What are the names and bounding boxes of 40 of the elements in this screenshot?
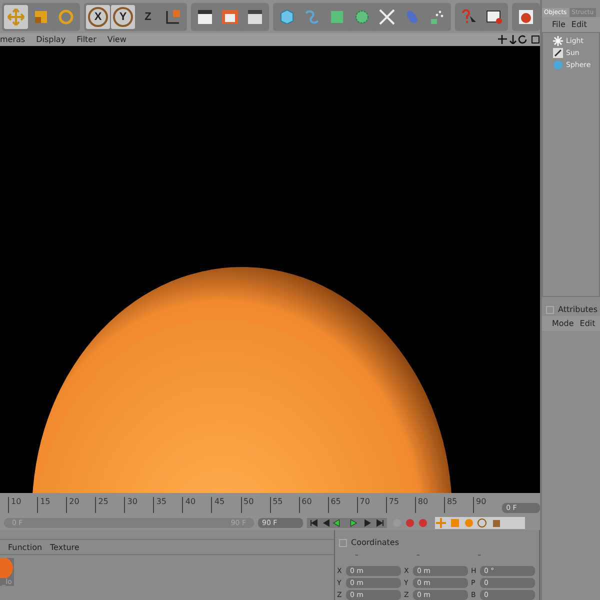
menu-item[interactable]: File xyxy=(552,20,566,29)
menu-item[interactable]: Edit xyxy=(571,20,587,29)
frame-tick-label: 50 xyxy=(240,497,270,513)
menu-item[interactable]: Display xyxy=(36,35,66,44)
key-tools-icon[interactable] xyxy=(435,516,525,528)
menu-item[interactable]: Texture xyxy=(50,542,80,552)
move-icon[interactable] xyxy=(4,4,28,28)
light-star-icon xyxy=(553,36,563,46)
frame-tick-label: 70 xyxy=(356,497,386,513)
frame-tick-label: 40 xyxy=(182,497,212,513)
frame-tick-label: 35 xyxy=(153,497,182,513)
frame-tick-label: 25 xyxy=(95,497,124,513)
panel-title: Coordinates xyxy=(351,538,400,547)
frame-tick-label: 10 xyxy=(8,497,38,513)
panel-title: Attributes xyxy=(558,305,598,314)
frame-tick-label: 75 xyxy=(386,497,415,513)
menu-item[interactable]: Function xyxy=(8,542,42,552)
frame-tick-label: 60 xyxy=(298,497,328,513)
frame-tick-label: 30 xyxy=(124,497,154,513)
playback-controls-icon[interactable] xyxy=(307,518,387,528)
checkbox[interactable] xyxy=(339,538,347,546)
menu-item[interactable]: View xyxy=(107,35,126,44)
frame-tick-label: 55 xyxy=(270,497,299,513)
line-icon xyxy=(553,48,563,58)
axis-toggle[interactable]: Y xyxy=(111,4,135,28)
frame-tick-label: 65 xyxy=(328,497,357,513)
frame-tick-label: 15 xyxy=(37,497,66,513)
frame-tick-label: 45 xyxy=(211,497,240,513)
view-controls-icon[interactable] xyxy=(498,35,540,44)
frame-tick-label: 20 xyxy=(66,497,96,513)
3d-viewport[interactable] xyxy=(0,46,540,493)
menu-item[interactable]: meras xyxy=(0,35,26,44)
sphere-icon xyxy=(553,60,563,70)
frame-tick-label: 85 xyxy=(444,497,473,513)
checkbox[interactable] xyxy=(546,306,554,314)
menu-item[interactable]: Edit xyxy=(580,319,596,328)
frame-tick-label: 80 xyxy=(414,497,444,513)
axis-toggle[interactable]: X xyxy=(86,4,110,28)
menu-item[interactable]: Filter xyxy=(76,35,96,44)
menu-item[interactable]: Mode xyxy=(552,319,574,328)
